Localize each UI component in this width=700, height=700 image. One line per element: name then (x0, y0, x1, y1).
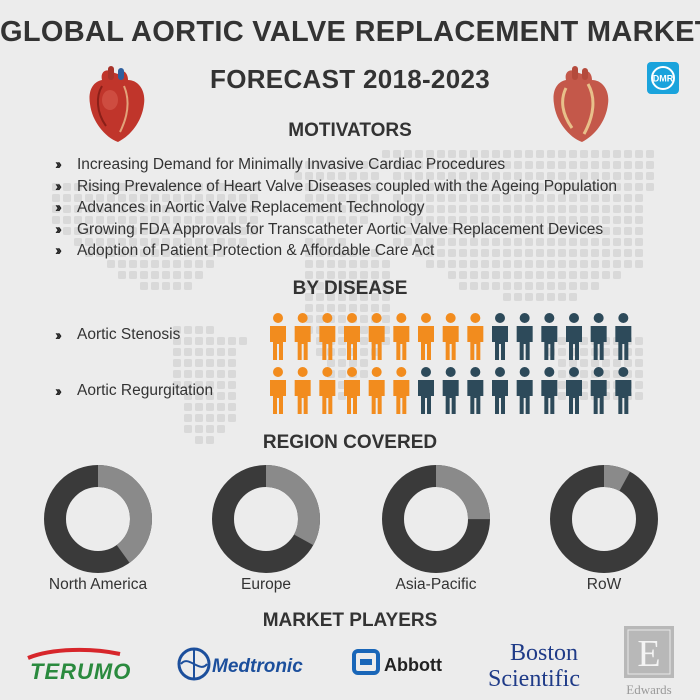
people-row-aortic-regurgitation (270, 367, 632, 414)
person-icon (418, 367, 434, 414)
region-donut (550, 465, 658, 573)
person-icon (516, 367, 533, 414)
disease-label-text: Aortic Regurgitation (77, 382, 214, 399)
medtronic-logo: Medtronic (177, 647, 303, 681)
person-icon-highlighted (467, 313, 484, 360)
motivator-text: Adoption of Patient Protection & Afforda… (77, 242, 435, 259)
motivator-item: ›› Rising Prevalence of Heart Valve Disea… (55, 176, 695, 198)
motivators-title: MOTIVATORS (288, 120, 412, 141)
motivator-item: ›› Increasing Demand for Minimally Invasi… (55, 154, 695, 176)
person-icon (492, 313, 508, 360)
abbott-logo: Abbott (352, 649, 442, 675)
person-icon (615, 367, 632, 414)
edwards-logo-text: Edwards (626, 682, 672, 697)
person-icon-highlighted (294, 367, 311, 414)
motivator-text: Increasing Demand for Minimally Invasive… (77, 156, 506, 173)
abbott-logo-text: Abbott (384, 655, 442, 675)
person-icon (615, 313, 632, 360)
market-players-logos: TERUMO Medtronic Abbott Boston Scientifi… (0, 620, 700, 700)
person-icon-highlighted (393, 313, 410, 360)
terumo-swoosh-icon (27, 647, 121, 660)
motivator-text: Rising Prevalence of Heart Valve Disease… (77, 177, 617, 195)
motivator-item: ›› Advances in Aortic Valve Replacement T… (55, 197, 695, 219)
person-icon (566, 367, 582, 414)
person-icon-highlighted (418, 313, 434, 360)
person-icon-highlighted (368, 313, 385, 360)
chevron-right-icon: ›› (55, 242, 62, 259)
region-label: Europe (241, 576, 291, 593)
person-icon (516, 313, 533, 360)
motivator-text: Advances in Aortic Valve Replacement Tec… (77, 199, 425, 216)
person-icon (566, 313, 582, 360)
person-icon-highlighted (344, 313, 360, 360)
chevron-right-icon: ›› (55, 382, 62, 400)
region-covered-title: REGION COVERED (262, 432, 438, 453)
person-icon-highlighted (270, 313, 286, 360)
terumo-logo-text: TERUMO (30, 659, 131, 684)
edwards-mark-text: E (637, 633, 660, 675)
medtronic-logo-text: Medtronic (212, 656, 303, 677)
person-icon-highlighted (270, 367, 286, 414)
motivator-text: Growing FDA Approvals for Transcatheter … (77, 220, 604, 238)
boston-scientific-logo: Boston Scientific (488, 640, 580, 692)
person-icon (467, 367, 484, 414)
region-donut (382, 465, 490, 573)
person-icon (541, 313, 558, 360)
person-icon-highlighted (393, 367, 410, 414)
scientific-logo-text: Scientific (488, 666, 580, 692)
edwards-logo: E Edwards (624, 626, 674, 697)
people-row-aortic-stenosis (270, 313, 632, 360)
region-label: North America (48, 576, 148, 593)
disease-label-aortic-stenosis: ›› Aortic Stenosis (55, 326, 180, 344)
region-label: RoW (586, 576, 622, 593)
person-icon-highlighted (319, 313, 336, 360)
chevron-right-icon: ›› (55, 199, 62, 216)
person-icon-highlighted (442, 313, 459, 360)
person-icon (590, 367, 607, 414)
person-icon-highlighted (294, 313, 311, 360)
chevron-right-icon: ›› (55, 326, 62, 344)
dmr-logo-text: DMR (653, 74, 674, 84)
region-donut (212, 465, 320, 573)
title-line-1: GLOBAL AORTIC VALVE REPLACEMENT MARKET (0, 16, 700, 48)
donut-base-ring (550, 465, 658, 573)
motivator-item: ›› Growing FDA Approvals for Transcathete… (55, 219, 695, 241)
person-icon (590, 313, 607, 360)
boston-logo-text: Boston (510, 640, 578, 666)
disease-label-aortic-regurgitation: ›› Aortic Regurgitation (55, 382, 213, 400)
dmr-logo-icon: DMR (647, 62, 679, 94)
person-icon (541, 367, 558, 414)
disease-label-text: Aortic Stenosis (77, 326, 181, 343)
person-icon (442, 367, 459, 414)
person-icon-highlighted (344, 367, 360, 414)
region-donut (44, 465, 152, 573)
page-title: GLOBAL AORTIC VALVE REPLACEMENT MARKET (0, 16, 700, 49)
chevron-right-icon: ›› (55, 156, 62, 173)
person-icon (492, 367, 508, 414)
region-label: Asia-Pacific (395, 576, 477, 593)
chevron-right-icon: ›› (55, 220, 62, 238)
motivators-list: ›› Increasing Demand for Minimally Invasi… (55, 154, 695, 262)
by-disease-title: BY DISEASE (292, 278, 408, 299)
terumo-logo: TERUMO (27, 647, 131, 684)
person-icon-highlighted (319, 367, 336, 414)
chevron-right-icon: ›› (55, 177, 62, 195)
motivator-item: ›› Adoption of Patient Protection & Affor… (55, 240, 695, 262)
person-icon-highlighted (368, 367, 385, 414)
